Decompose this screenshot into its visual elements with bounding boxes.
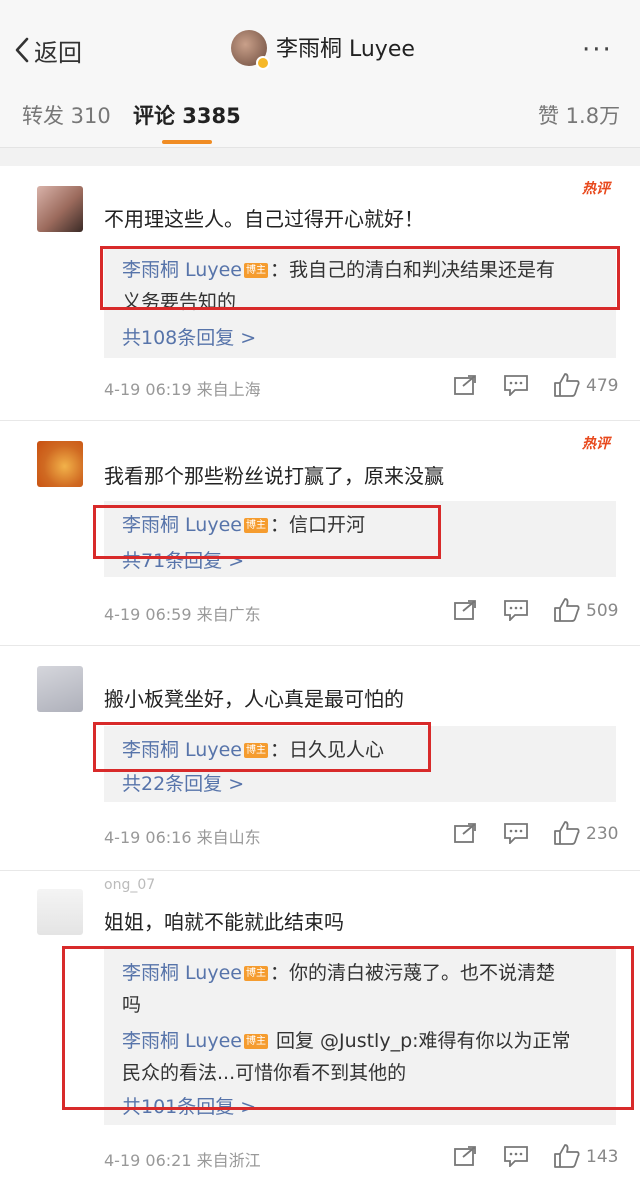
highlight-box: [93, 722, 431, 772]
comment-text: 姐姐，咱就不能就此结束吗: [104, 910, 344, 934]
comment-meta: 4-19 06:21 来自浙江: [104, 1147, 261, 1171]
comment-source: 来自山东: [196, 828, 261, 847]
like-icon[interactable]: [553, 820, 581, 846]
back-button[interactable]: 返回: [14, 30, 82, 70]
commenter-avatar[interactable]: [37, 441, 83, 487]
tab-comments[interactable]: 评论 3385: [133, 100, 241, 132]
commenter-avatar[interactable]: [37, 666, 83, 712]
like-count: 230: [586, 824, 619, 844]
tab-likes[interactable]: 赞 1.8万: [538, 100, 620, 132]
share-icon[interactable]: [453, 599, 479, 621]
more-dots-icon[interactable]: ···: [582, 30, 613, 70]
comment-text: 我看那个那些粉丝说打赢了，原来没赢: [104, 464, 444, 488]
comment-time: 4-19 06:16: [104, 828, 192, 847]
comment-time: 4-19 06:21: [104, 1151, 192, 1170]
more-replies-link[interactable]: 共22条回复 >: [104, 768, 244, 800]
commenter-avatar[interactable]: [37, 889, 83, 935]
hot-comment-badge: 热评: [582, 436, 610, 452]
back-chevron-icon: [15, 37, 29, 63]
comment-meta: 4-19 06:16 来自山东: [104, 824, 261, 848]
more-replies-link[interactable]: 共108条回复 >: [104, 322, 256, 354]
commenter-username[interactable]: ong_07: [104, 877, 155, 893]
comment-source: 来自浙江: [196, 1151, 261, 1170]
like-icon[interactable]: [553, 1143, 581, 1169]
highlight-box: [62, 946, 634, 1110]
highlight-box: [100, 246, 620, 310]
verified-badge-icon: [256, 56, 270, 70]
like-icon[interactable]: [553, 372, 581, 398]
tab-bar: 转发 310 评论 3385 赞 1.8万: [0, 96, 640, 148]
tab-repost[interactable]: 转发 310: [22, 100, 111, 132]
comment-icon[interactable]: [503, 822, 529, 844]
like-icon[interactable]: [553, 597, 581, 623]
comment-icon[interactable]: [503, 374, 529, 396]
comment-source: 来自广东: [196, 605, 261, 624]
back-label: 返回: [34, 38, 82, 67]
active-tab-indicator: [162, 140, 212, 144]
comment-icon[interactable]: [503, 599, 529, 621]
comment-time: 4-19 06:19: [104, 380, 192, 399]
comment-time: 4-19 06:59: [104, 605, 192, 624]
hot-comment-badge: 热评: [582, 181, 610, 197]
comment-text: 不用理这些人。自己过得开心就好！: [104, 207, 424, 231]
comment-meta: 4-19 06:19 来自上海: [104, 376, 261, 400]
commenter-avatar[interactable]: [37, 186, 83, 232]
like-count: 143: [586, 1147, 619, 1167]
comment-text: 搬小板凳坐好，人心真是最可怕的: [104, 687, 404, 711]
share-icon[interactable]: [453, 822, 479, 844]
share-icon[interactable]: [453, 1145, 479, 1167]
like-count: 479: [586, 376, 619, 396]
comment-source: 来自上海: [196, 380, 261, 399]
share-icon[interactable]: [453, 374, 479, 396]
comment-icon[interactable]: [503, 1145, 529, 1167]
page-title: 李雨桐 Luyee: [276, 37, 415, 62]
comment-meta: 4-19 06:59 来自广东: [104, 601, 261, 625]
highlight-box: [93, 505, 441, 559]
like-count: 509: [586, 601, 619, 621]
